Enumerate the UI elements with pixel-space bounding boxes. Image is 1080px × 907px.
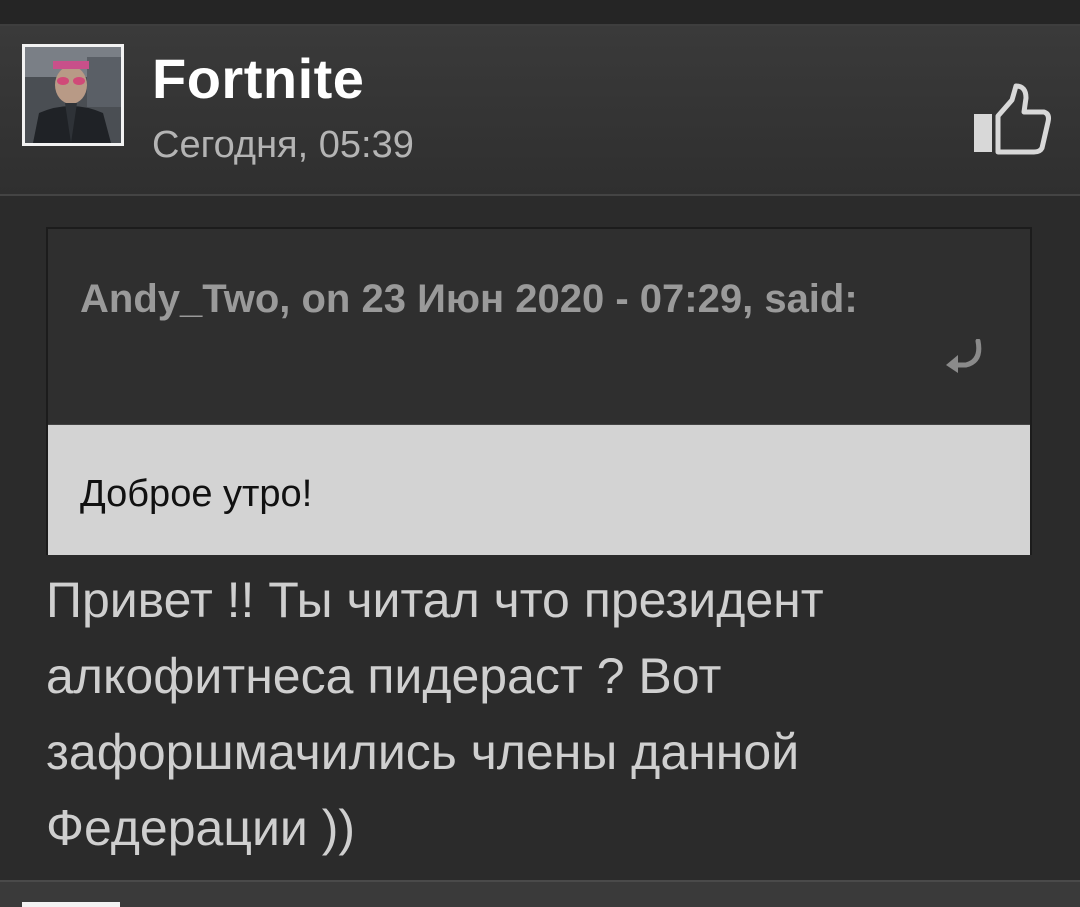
post-body-text: Привет !! Ты читал что президент алкофит… — [46, 572, 824, 856]
post-header: Fortnite Сегодня, 05:39 — [0, 26, 1080, 196]
next-post-header — [0, 880, 1080, 907]
post-author[interactable]: Fortnite — [152, 46, 364, 111]
quote-text: Доброе утро! — [80, 473, 313, 515]
quote-jump-arrow-icon — [946, 338, 982, 373]
avatar-photo-icon — [25, 47, 121, 143]
like-button[interactable] — [966, 82, 1056, 162]
quote-block: Andy_Two, on 23 Июн 2020 - 07:29, said: … — [46, 227, 1032, 555]
quote-jump-button[interactable] — [942, 338, 986, 373]
quote-content: Доброе утро! — [48, 425, 1030, 555]
previous-post-divider — [0, 0, 1080, 26]
quote-citation[interactable]: Andy_Two, on 23 Июн 2020 - 07:29, said: — [80, 263, 940, 335]
quote-header: Andy_Two, on 23 Июн 2020 - 07:29, said: — [48, 229, 1030, 425]
user-avatar[interactable] — [22, 44, 124, 146]
post-timestamp: Сегодня, 05:39 — [152, 124, 414, 166]
thumbs-up-icon — [974, 83, 1051, 155]
